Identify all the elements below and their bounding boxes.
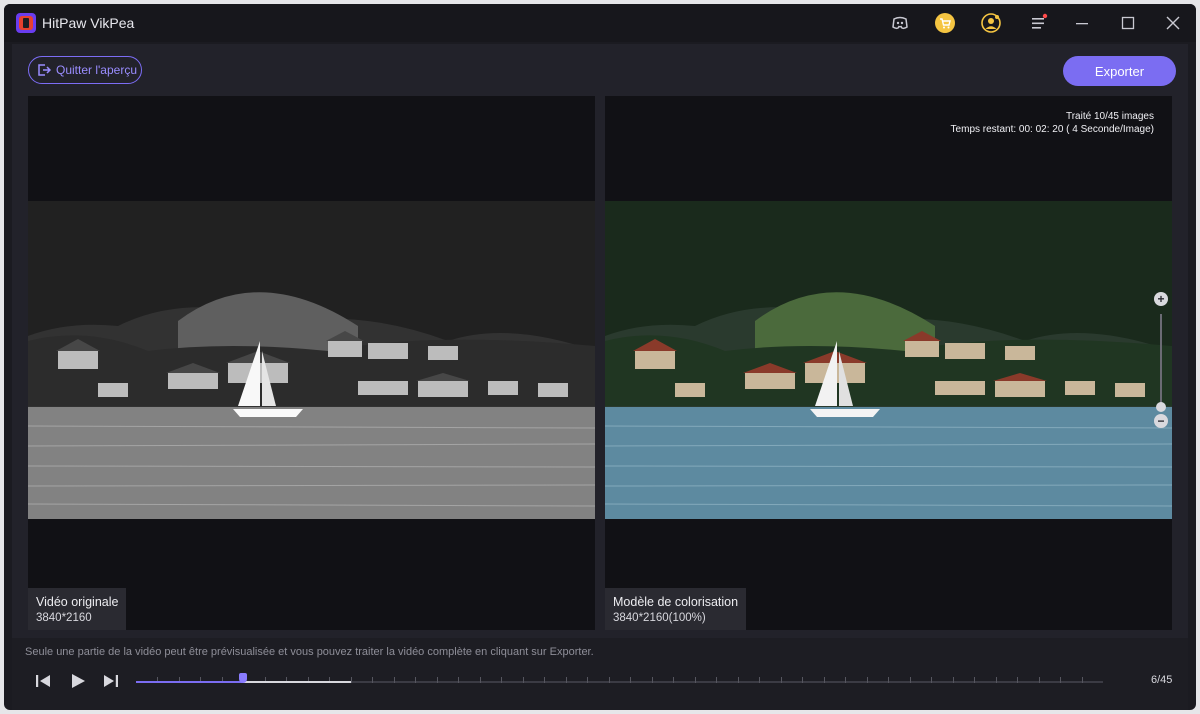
timeline-tick [931,677,932,683]
maximize-icon[interactable] [1118,13,1138,33]
timeline-tick [802,677,803,683]
cart-icon[interactable] [935,13,955,33]
app-logo-icon [16,13,36,33]
timeline-tick [738,677,739,683]
quit-preview-label: Quitter l'aperçu [56,63,137,77]
timeline-tick [888,677,889,683]
zoom-control: + − [1154,292,1170,432]
timeline-tick [1017,677,1018,683]
original-video-resolution: 3840*2160 [36,611,92,624]
timeline-tick [480,677,481,683]
timeline-tick [1039,677,1040,683]
timeline-tick [566,677,567,683]
timeline-played [136,681,243,683]
timeline-tick [372,677,373,683]
preview-hint: Seule une partie de la vidéo peut être p… [25,646,594,658]
previous-frame-icon[interactable] [34,672,52,690]
timeline-tick [351,677,352,683]
timeline-tick [1060,677,1061,683]
timeline-tick [501,677,502,683]
zoom-slider-track[interactable] [1160,314,1162,404]
timeline-tick [759,677,760,683]
menu-icon[interactable] [1029,13,1049,33]
timeline-tick [845,677,846,683]
quit-preview-button[interactable]: Quitter l'aperçu [28,56,142,84]
export-button[interactable]: Exporter [1063,56,1176,86]
app-window: HitPaw VikPea Quitter l'aperçu Exporter … [4,4,1196,710]
timeline-tick [781,677,782,683]
timeline-tick [458,677,459,683]
timeline-tick [587,677,588,683]
play-icon[interactable] [69,672,87,690]
colorized-video-label: Modèle de colorisation 3840*2160(100%) [605,588,747,630]
timeline-tick [996,677,997,683]
timeline-tick [953,677,954,683]
timeline-tick [910,677,911,683]
timeline-tick [523,677,524,683]
timeline-tick [415,677,416,683]
exit-icon [38,64,51,76]
title-bar: HitPaw VikPea [4,4,1196,42]
next-frame-icon[interactable] [102,672,120,690]
processed-count: Traité 10/45 images [1065,111,1154,122]
timeline-tick [630,677,631,683]
colorized-resolution: 3840*2160(100%) [613,611,706,624]
processing-progress: Traité 10/45 images Temps restant: 00: 0… [951,110,1154,136]
timeline-tick [824,677,825,683]
timeline-tick [1082,677,1083,683]
zoom-in-button[interactable]: + [1154,292,1168,306]
timeline-tick [695,677,696,683]
colorized-video-panel: Traité 10/45 images Temps restant: 00: 0… [605,96,1172,630]
original-video-frame [28,201,595,519]
frame-counter: 6/45 [1151,674,1173,686]
timeline-tick [652,677,653,683]
timeline-tick [437,677,438,683]
timeline-playhead[interactable] [239,673,247,683]
timeline-tick [867,677,868,683]
timeline-tick [716,677,717,683]
timeline-track[interactable] [136,673,1103,683]
minimize-icon[interactable] [1072,13,1092,33]
original-video-label: Vidéo originale 3840*2160 [28,588,127,630]
user-icon[interactable] [981,13,1001,33]
original-video-title: Vidéo originale [36,594,119,609]
colorized-video-frame [605,201,1172,519]
timeline-tick [394,677,395,683]
player-bar: Seule une partie de la vidéo peut être p… [12,638,1188,710]
timeline-tick [974,677,975,683]
discord-icon[interactable] [890,13,910,33]
close-icon[interactable] [1163,13,1183,33]
timeline-tick [544,677,545,683]
zoom-out-button[interactable]: − [1154,414,1168,428]
original-video-panel: Vidéo originale 3840*2160 [28,96,595,630]
main-content: Quitter l'aperçu Exporter Vidéo original… [12,44,1188,710]
remaining-time: Temps restant: 00: 02: 20 ( 4 Seconde/Im… [950,124,1154,135]
zoom-slider-handle[interactable] [1156,402,1166,412]
timeline-tick [673,677,674,683]
timeline-tick [609,677,610,683]
colorized-model-title: Modèle de colorisation [613,594,739,609]
app-title: HitPaw VikPea [42,15,135,31]
